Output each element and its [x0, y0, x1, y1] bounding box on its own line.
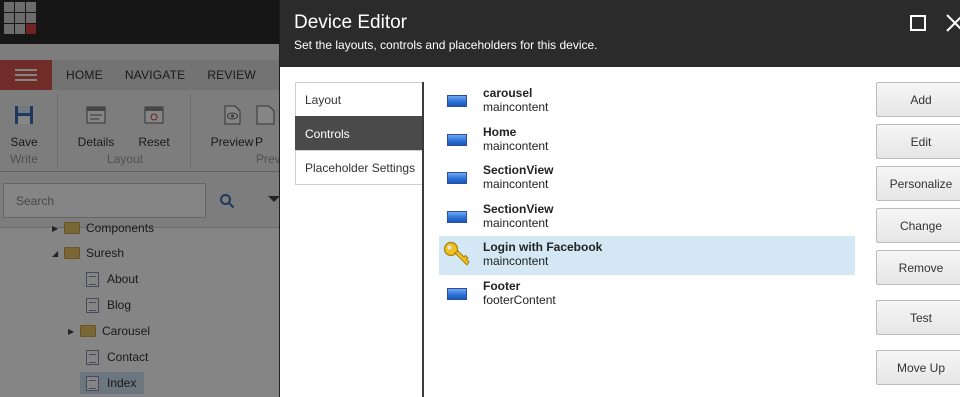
tab-placeholder-settings[interactable]: Placeholder Settings [295, 150, 423, 185]
control-item-sectionview-2[interactable]: SectionView maincontent [439, 198, 855, 237]
remove-button[interactable]: Remove [876, 250, 960, 285]
add-button[interactable]: Add [876, 82, 960, 117]
dialog-header: Device Editor Set the layouts, controls … [280, 0, 960, 67]
personalize-button[interactable]: Personalize [876, 166, 960, 201]
control-item-home[interactable]: Home maincontent [439, 121, 855, 160]
control-placeholder: maincontent [483, 138, 549, 153]
control-name: Footer [483, 278, 521, 293]
dialog-title: Device Editor [294, 12, 407, 33]
close-icon[interactable] [945, 12, 960, 34]
tab-controls[interactable]: Controls [295, 116, 423, 151]
control-placeholder: maincontent [483, 100, 549, 114]
control-name: SectionView [483, 201, 554, 216]
control-item-sectionview-1[interactable]: SectionView maincontent [439, 159, 855, 198]
control-name: Login with Facebook [483, 240, 603, 254]
test-button[interactable]: Test [876, 300, 960, 335]
maximize-icon[interactable] [910, 15, 926, 31]
control-item-carousel[interactable]: carousel maincontent [439, 82, 855, 121]
change-button[interactable]: Change [876, 208, 960, 243]
key-icon [443, 241, 470, 266]
tab-layout[interactable]: Layout [295, 82, 423, 117]
rendering-icon [447, 210, 467, 223]
rendering-icon [447, 133, 467, 146]
control-name: Home [483, 124, 517, 139]
control-name: SectionView [483, 163, 554, 177]
move-up-button[interactable]: Move Up [876, 350, 960, 385]
control-placeholder: maincontent [483, 254, 549, 268]
control-item-login-with-facebook[interactable]: Login with Facebook maincontent [439, 236, 855, 275]
control-placeholder: footerContent [483, 292, 556, 307]
device-editor-dialog: Device Editor Set the layouts, controls … [279, 0, 960, 397]
control-item-footer[interactable]: Footer footerContent [439, 275, 855, 314]
editor-tabs: Layout Controls Placeholder Settings [295, 82, 423, 185]
rendering-icon [447, 287, 467, 300]
rendering-icon [447, 172, 467, 185]
control-name: carousel [483, 86, 533, 100]
edit-button[interactable]: Edit [876, 124, 960, 159]
control-placeholder: maincontent [483, 177, 549, 191]
rendering-icon [447, 95, 467, 108]
controls-list: carousel maincontent Home maincontent Se… [439, 82, 855, 313]
modal-overlay [0, 0, 280, 397]
control-placeholder: maincontent [483, 215, 549, 230]
tab-divider [422, 82, 424, 397]
dialog-subtitle: Set the layouts, controls and placeholde… [294, 38, 598, 52]
